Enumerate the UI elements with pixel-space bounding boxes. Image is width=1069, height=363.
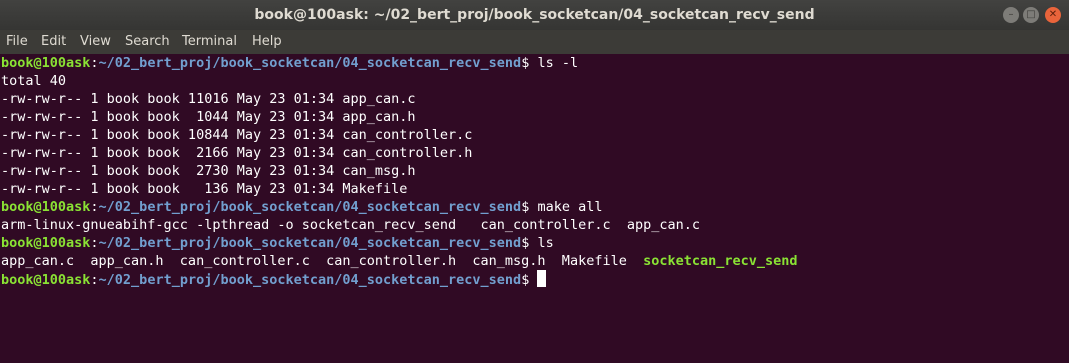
output-line: -rw-rw-r-- 1 book book 11016 May 23 01:3…: [1, 91, 416, 107]
output-line: -rw-rw-r-- 1 book book 10844 May 23 01:3…: [1, 127, 473, 143]
prompt-user: book@100ask: [1, 55, 91, 71]
menu-bar: File Edit View Search Terminal Help: [0, 30, 1069, 54]
minimize-icon: –: [1008, 9, 1014, 20]
menu-edit[interactable]: Edit: [41, 30, 66, 54]
output-line: -rw-rw-r-- 1 book book 136 May 23 01:34 …: [1, 181, 408, 197]
prompt-colon: :: [90, 235, 99, 251]
prompt-user: book@100ask: [1, 199, 91, 215]
command-input[interactable]: [529, 272, 537, 288]
prompt-colon: :: [90, 55, 99, 71]
output-line: -rw-rw-r-- 1 book book 1044 May 23 01:34…: [1, 109, 416, 125]
prompt-line: book@100ask:~/02_bert_proj/book_socketca…: [0, 54, 1069, 72]
command-text: ls: [529, 235, 554, 251]
prompt-path: ~/02_bert_proj/book_socketcan/04_socketc…: [98, 235, 522, 251]
terminal-output[interactable]: book@100ask:~/02_bert_proj/book_socketca…: [0, 54, 1069, 363]
close-button[interactable]: ✕: [1045, 7, 1061, 23]
prompt-path: ~/02_bert_proj/book_socketcan/04_socketc…: [98, 272, 522, 288]
prompt-path: ~/02_bert_proj/book_socketcan/04_socketc…: [98, 55, 522, 71]
terminal-window: book@100ask: ~/02_bert_proj/book_socketc…: [0, 0, 1069, 363]
menu-terminal[interactable]: Terminal: [182, 30, 237, 54]
prompt-line: book@100ask:~/02_bert_proj/book_socketca…: [0, 198, 1069, 216]
prompt-line: book@100ask:~/02_bert_proj/book_socketca…: [0, 270, 1069, 288]
output-line: arm-linux-gnueabihf-gcc -lpthread -o soc…: [1, 217, 700, 233]
output-line: total 40: [1, 73, 67, 89]
close-icon: ✕: [1048, 9, 1058, 20]
prompt-user: book@100ask: [1, 272, 91, 288]
maximize-button[interactable]: □: [1023, 7, 1039, 23]
menu-search[interactable]: Search: [125, 30, 170, 54]
window-title: book@100ask: ~/02_bert_proj/book_socketc…: [254, 7, 815, 23]
output-line: app_can.c app_can.h can_controller.c can…: [0, 252, 1069, 270]
file-list: app_can.c app_can.h can_controller.c can…: [1, 253, 644, 269]
minimize-button[interactable]: –: [1003, 7, 1019, 23]
prompt-user: book@100ask: [1, 235, 91, 251]
maximize-icon: □: [1026, 9, 1036, 20]
output-line: -rw-rw-r-- 1 book book 2166 May 23 01:34…: [1, 145, 473, 161]
title-bar[interactable]: book@100ask: ~/02_bert_proj/book_socketc…: [0, 0, 1069, 30]
prompt-colon: :: [90, 272, 99, 288]
menu-help[interactable]: Help: [252, 30, 282, 54]
output-line: -rw-rw-r-- 1 book book 2730 May 23 01:34…: [1, 163, 416, 179]
prompt-colon: :: [90, 199, 99, 215]
command-text: ls -l: [529, 55, 579, 71]
prompt-path: ~/02_bert_proj/book_socketcan/04_socketc…: [98, 199, 522, 215]
command-text: make all: [529, 199, 603, 215]
menu-file[interactable]: File: [6, 30, 28, 54]
menu-view[interactable]: View: [80, 30, 111, 54]
prompt-line: book@100ask:~/02_bert_proj/book_socketca…: [0, 234, 1069, 252]
text-cursor: [537, 270, 547, 287]
executable-file: socketcan_recv_send: [643, 253, 798, 269]
